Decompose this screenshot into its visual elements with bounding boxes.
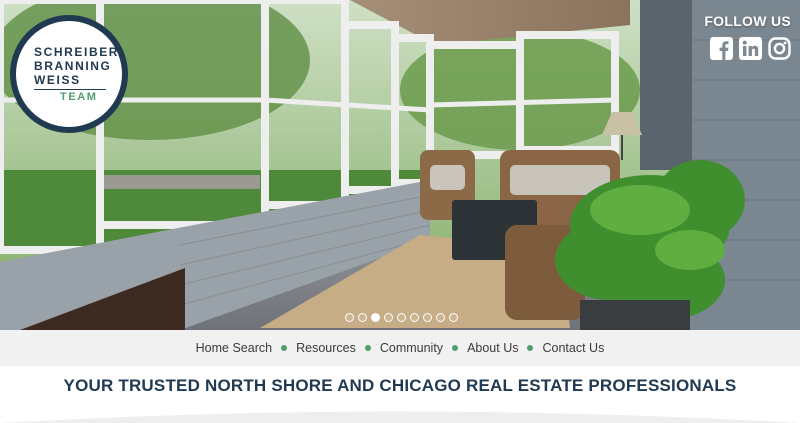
nav-separator (364, 345, 371, 351)
carousel-dot[interactable] (423, 313, 432, 322)
facebook-icon[interactable] (710, 37, 733, 60)
carousel-dot[interactable] (345, 313, 354, 322)
tagline-heading: YOUR TRUSTED NORTH SHORE AND CHICAGO REA… (63, 376, 737, 395)
logo-divider (34, 88, 106, 90)
carousel-dot[interactable] (397, 313, 406, 322)
team-logo[interactable]: SCHREIBER BRANNING WEISS TEAM (10, 15, 128, 133)
carousel-dot[interactable] (358, 313, 367, 322)
hero-banner: SCHREIBER BRANNING WEISS TEAM FOLLOW US (0, 0, 800, 330)
logo-line-branning: BRANNING (34, 58, 112, 73)
logo-line-weiss: WEISS (34, 72, 81, 87)
instagram-icon[interactable] (768, 37, 791, 60)
carousel-dot[interactable] (371, 313, 380, 322)
main-nav: Home Search Resources Community About Us Con… (0, 330, 800, 366)
nav-item-home-search[interactable]: Home Search (196, 341, 272, 355)
carousel-dots (345, 313, 458, 322)
nav-item-about-us[interactable]: About Us (467, 341, 518, 355)
carousel-dot[interactable] (449, 313, 458, 322)
logo-line-schreiber: SCHREIBER (34, 44, 120, 59)
section-divider-curve (0, 411, 800, 423)
nav-item-community[interactable]: Community (380, 341, 443, 355)
carousel-dot[interactable] (436, 313, 445, 322)
carousel-dot[interactable] (384, 313, 393, 322)
carousel-dot[interactable] (410, 313, 419, 322)
nav-separator (281, 345, 288, 351)
nav-item-contact-us[interactable]: Contact Us (542, 341, 604, 355)
social-links: FOLLOW US (704, 13, 791, 60)
follow-us-label: FOLLOW US (704, 13, 791, 29)
nav-separator (527, 345, 534, 351)
logo-team: TEAM (60, 90, 98, 103)
linkedin-icon[interactable] (739, 37, 762, 60)
nav-item-resources[interactable]: Resources (296, 341, 356, 355)
nav-separator (452, 345, 459, 351)
